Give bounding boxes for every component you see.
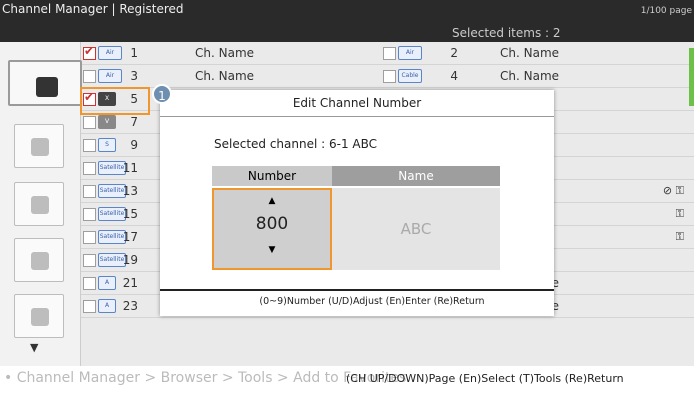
footer-help-text: (CH UP/DOWN)Page (En)Select (T)Tools (Re… bbox=[346, 372, 624, 385]
source-badge: S bbox=[98, 138, 116, 152]
channel-name: Ch. Name bbox=[195, 46, 255, 60]
lock-icon: ⊘ ⚿ bbox=[662, 184, 684, 197]
channel-name-value: ABC bbox=[332, 188, 500, 270]
callout-marker: 1 bbox=[152, 84, 172, 104]
checkbox[interactable] bbox=[83, 208, 96, 221]
channel-row[interactable]: Air 3 Ch. Name Cable 4 Ch. Name bbox=[80, 65, 694, 88]
dialog-divider bbox=[160, 289, 554, 291]
square-icon bbox=[31, 252, 49, 270]
dialog-title: Edit Channel Number bbox=[160, 90, 554, 117]
checkbox[interactable] bbox=[83, 300, 96, 313]
number-column-header: Number bbox=[212, 166, 332, 186]
channel-number: 2 bbox=[450, 46, 458, 60]
selected-items-count: Selected items : 2 bbox=[452, 26, 561, 40]
left-button-column bbox=[0, 42, 82, 366]
square-icon bbox=[36, 77, 58, 97]
scroll-indicator bbox=[689, 48, 694, 106]
checkbox[interactable] bbox=[83, 139, 96, 152]
lock-icon: ⚿ bbox=[675, 207, 684, 220]
scroll-down-arrow-icon[interactable]: ▼ bbox=[30, 341, 38, 354]
channel-number: 13 bbox=[122, 184, 138, 198]
header-title: Channel Manager | Registered bbox=[2, 2, 184, 16]
checkbox[interactable] bbox=[83, 162, 96, 175]
page-indicator: 1/100 page bbox=[640, 6, 692, 16]
channel-number: 19 bbox=[122, 253, 138, 267]
checkbox[interactable] bbox=[83, 254, 96, 267]
square-icon bbox=[31, 196, 49, 214]
left-button-2[interactable] bbox=[14, 124, 64, 168]
number-value: 800 bbox=[255, 214, 289, 234]
channel-number: 4 bbox=[450, 69, 458, 83]
source-badge: Cable bbox=[398, 69, 422, 83]
header-bar: Channel Manager | Registered Selected it… bbox=[0, 0, 694, 42]
source-badge: A bbox=[98, 276, 116, 290]
channel-name: Ch. Name bbox=[500, 69, 560, 83]
number-stepper[interactable]: ▲ 800 ▼ bbox=[212, 188, 332, 270]
checkbox[interactable] bbox=[383, 70, 396, 83]
checkbox[interactable] bbox=[83, 116, 96, 129]
channel-name: Ch. Name bbox=[195, 69, 255, 83]
channel-number: 9 bbox=[130, 138, 138, 152]
checkbox[interactable] bbox=[83, 277, 96, 290]
channel-number: 23 bbox=[122, 299, 138, 313]
left-button-3[interactable] bbox=[14, 182, 64, 226]
channel-number: 15 bbox=[122, 207, 138, 221]
channel-row[interactable]: Air1Ch. NameAir2Ch. Name bbox=[80, 42, 694, 65]
checkbox[interactable] bbox=[383, 47, 396, 60]
source-badge: V bbox=[98, 115, 116, 129]
up-arrow-icon[interactable]: ▲ bbox=[214, 196, 330, 206]
checkbox[interactable] bbox=[83, 44, 96, 60]
tv-screen: Channel Manager | Registered Selected it… bbox=[0, 0, 694, 366]
square-icon bbox=[31, 308, 49, 326]
edit-channel-number-dialog: Edit Channel Number Selected channel : 6… bbox=[160, 90, 554, 316]
channel-name: Ch. Name bbox=[500, 46, 560, 60]
checkbox[interactable] bbox=[83, 185, 96, 198]
dialog-help-text: (0~9)Number (U/D)Adjust (En)Enter (Re)Re… bbox=[259, 296, 485, 307]
selected-channel-label: Selected channel : 6-1 ABC bbox=[214, 137, 378, 151]
left-button-1[interactable] bbox=[8, 60, 82, 106]
lock-icon: ⚿ bbox=[675, 230, 684, 243]
left-button-5[interactable] bbox=[14, 294, 64, 338]
down-arrow-icon[interactable]: ▼ bbox=[214, 245, 330, 255]
name-column-header: Name bbox=[332, 166, 500, 186]
channel-number: 11 bbox=[122, 161, 138, 175]
source-badge: A bbox=[98, 299, 116, 313]
square-icon bbox=[31, 138, 49, 156]
channel-number: 21 bbox=[122, 276, 138, 290]
checkbox[interactable] bbox=[83, 70, 96, 83]
focus-highlight bbox=[80, 87, 150, 115]
source-badge: Air bbox=[398, 46, 422, 60]
channel-number: 1 bbox=[130, 46, 138, 60]
channel-number: 17 bbox=[122, 230, 138, 244]
left-button-4[interactable] bbox=[14, 238, 64, 282]
checkbox[interactable] bbox=[83, 231, 96, 244]
channel-number: 3 bbox=[130, 69, 138, 83]
